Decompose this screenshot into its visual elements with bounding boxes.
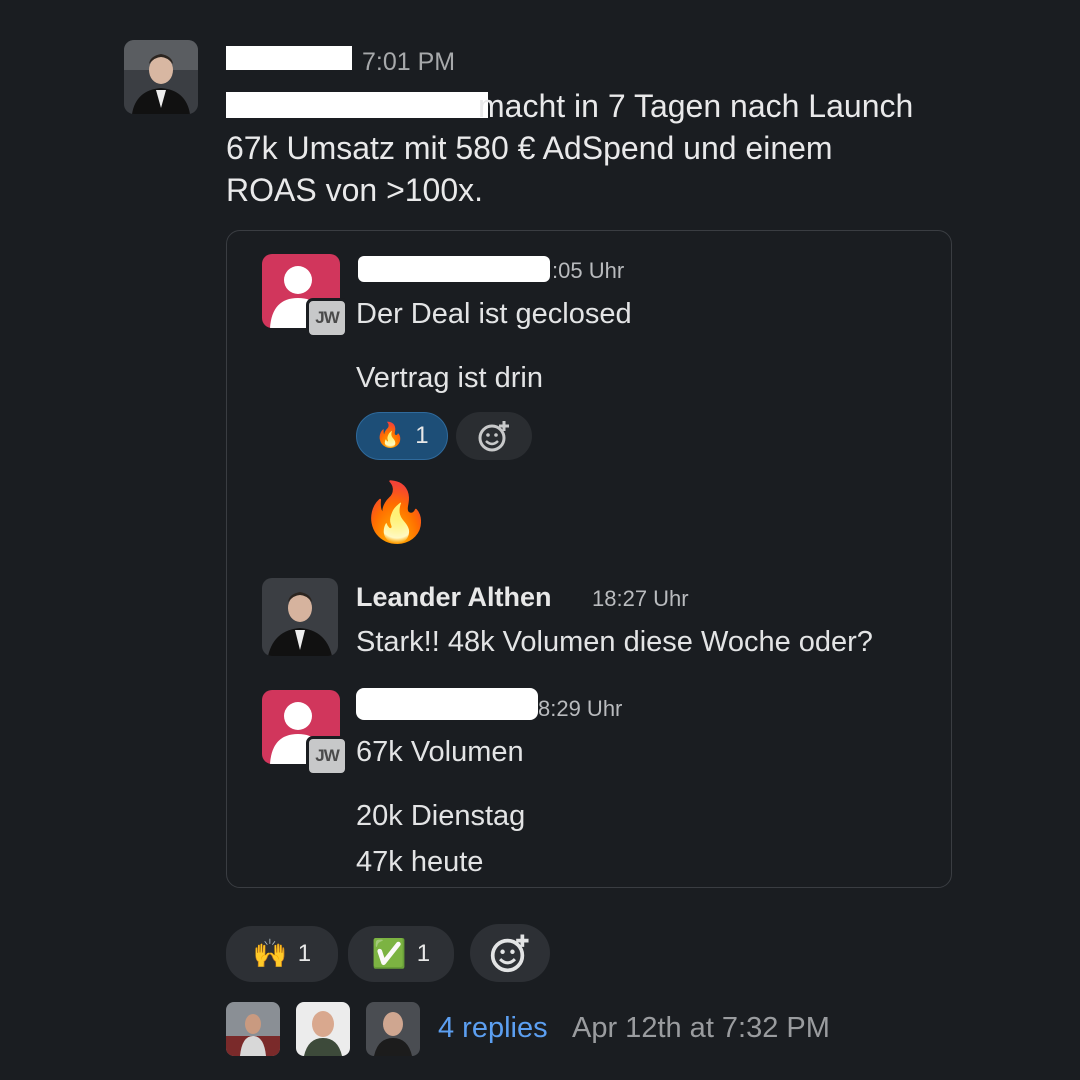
redaction-bar [226,46,352,70]
message-line-3: ROAS von >100x. [226,172,484,208]
raised-hands-icon: 🙌 [252,938,288,969]
quoted-message-line: 20k Dienstag [356,800,526,832]
add-reaction-button[interactable] [470,924,550,982]
replier-avatar[interactable] [226,1002,280,1056]
quoted-timestamp: :05 Uhr [552,258,625,283]
replies-link[interactable]: 4 replies [438,1012,548,1045]
quoted-message-line: Vertrag ist drin [356,362,543,394]
fire-reaction: 🔥 1 [356,412,448,460]
reaction-count: 1 [297,940,312,967]
author-avatar[interactable] [124,40,198,114]
add-emoji-icon [478,421,509,452]
replier-avatar[interactable] [296,1002,350,1056]
message-line-2: 67k Umsatz mit 580 € AdSpend und einem [226,130,833,166]
message-timestamp[interactable]: 7:01 PM [362,48,455,77]
reaction-count: 1 [416,940,431,967]
last-reply-time: Apr 12th at 7:32 PM [572,1012,830,1044]
check-mark-icon: ✅ [371,938,407,969]
check-reaction[interactable]: ✅ 1 [348,926,454,982]
quoted-timestamp: 8:29 Uhr [538,696,623,721]
quoted-message-line: 67k Volumen [356,736,524,768]
fire-emoji-large: 🔥 [360,480,433,545]
quoted-message-line: Stark!! 48k Volumen diese Woche oder? [356,626,873,658]
quoted-author-name: Leander Althen [356,582,552,612]
add-emoji-icon [490,934,529,973]
redaction-bar [358,256,550,282]
redaction-bar [356,688,538,720]
reaction-count: 1 [415,422,429,449]
add-reaction-button-quoted [456,412,532,460]
jw-badge: JW [306,736,348,776]
quoted-message-line: 47k heute [356,846,484,878]
redaction-bar [226,92,488,118]
fire-icon: 🔥 [375,422,406,449]
quoted-timestamp: 18:27 Uhr [592,586,689,611]
raised-hands-reaction[interactable]: 🙌 1 [226,926,338,982]
leander-avatar [262,578,338,656]
message-line-1: macht in 7 Tagen nach Launch [478,88,914,124]
jw-badge: JW [306,298,348,338]
quoted-message-line: Der Deal ist geclosed [356,298,632,330]
replier-avatar[interactable] [366,1002,420,1056]
